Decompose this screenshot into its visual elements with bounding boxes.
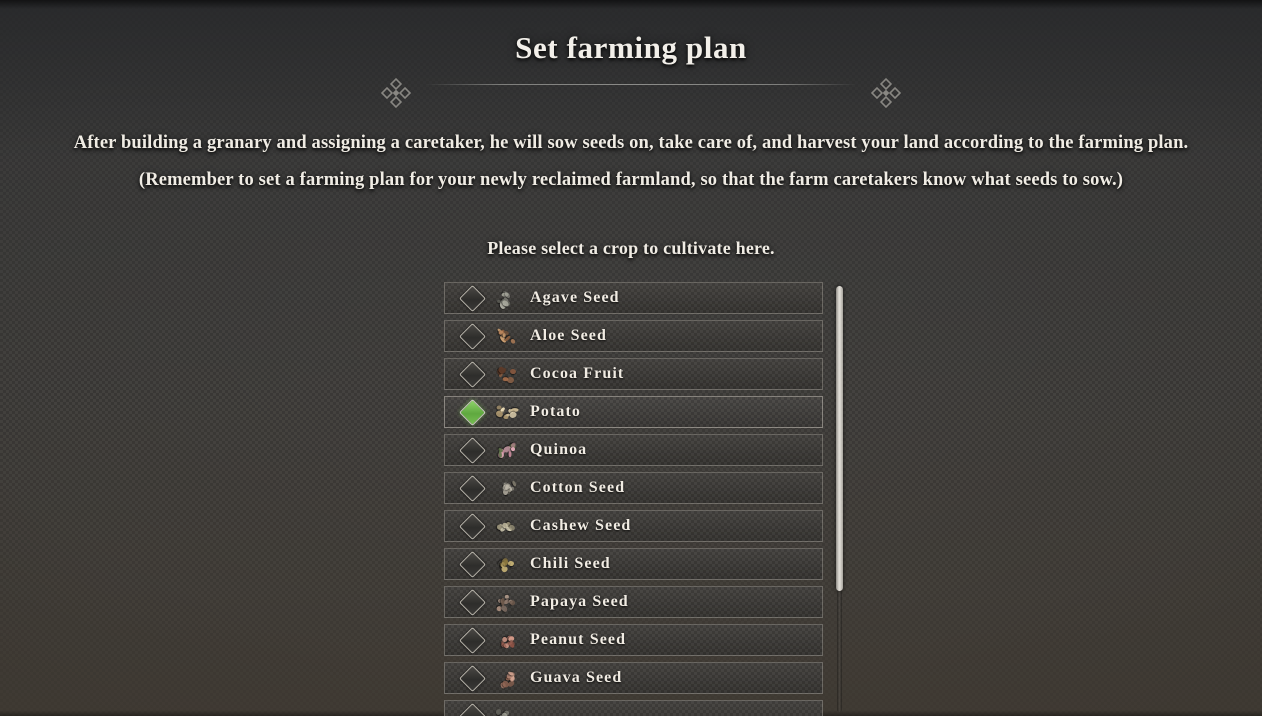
crop-icon [495, 706, 519, 716]
title-divider [425, 84, 857, 85]
crop-list-scrollbar[interactable] [836, 284, 843, 712]
crop-list-item-label: Agave Seed [530, 289, 620, 306]
crop-list-item[interactable]: Aloe Seed [444, 320, 823, 352]
crop-list-item[interactable]: Chili Seed [444, 548, 823, 580]
radio-diamond[interactable] [459, 702, 486, 716]
crop-list-item-label: Aloe Seed [530, 327, 608, 344]
crop-list-item-label: Cashew Seed [530, 517, 632, 534]
clover-ornament-icon [381, 78, 411, 108]
description-line-1: After building a granary and assigning a… [73, 133, 1189, 153]
papaya-seed-icon [495, 592, 519, 613]
dialog-header: Set farming plan [0, 30, 1262, 108]
quinoa-icon [495, 440, 519, 460]
radio-diamond[interactable] [459, 550, 486, 578]
top-edge-shade [0, 0, 1262, 9]
radio-diamond-selected[interactable] [459, 398, 486, 426]
scrollbar-thumb[interactable] [836, 286, 843, 591]
description-line-2: (Remember to set a farming plan for your… [138, 170, 1124, 190]
crop-list-item-label: Potato [530, 403, 582, 420]
crop-list-item[interactable] [444, 700, 823, 716]
aloe-seed-icon [495, 326, 519, 346]
guava-seed-icon [495, 668, 519, 689]
radio-diamond[interactable] [459, 474, 486, 502]
crop-list-item[interactable]: Potato [444, 396, 823, 428]
crop-list-item-label: Cocoa Fruit [530, 365, 625, 382]
radio-diamond[interactable] [459, 284, 486, 312]
crop-list-item[interactable]: Guava Seed [444, 662, 823, 694]
radio-diamond[interactable] [459, 626, 486, 654]
crop-list-item[interactable]: Cotton Seed [444, 472, 823, 504]
agave-seed-icon [495, 288, 519, 310]
crop-list-item[interactable]: Quinoa [444, 434, 823, 466]
radio-diamond[interactable] [459, 512, 486, 540]
peanut-seed-icon [495, 630, 519, 650]
crop-list-item[interactable]: Papaya Seed [444, 586, 823, 618]
crop-list-item-label: Chili Seed [530, 555, 611, 572]
crop-list-item-label: Peanut Seed [530, 631, 627, 648]
radio-diamond[interactable] [459, 664, 486, 692]
crop-select-prompt: Please select a crop to cultivate here. [487, 238, 775, 258]
crop-list-rows: Agave Seed Aloe Seed Cocoa Fruit Potato Quin… [444, 282, 823, 716]
radio-diamond[interactable] [459, 436, 486, 464]
potato-icon [495, 402, 519, 422]
crop-list-item-label: Papaya Seed [530, 593, 629, 610]
clover-ornament-icon-right [871, 78, 901, 108]
crop-list-item-label: Cotton Seed [530, 479, 626, 496]
game-screen: Set farming plan After building a granar… [0, 0, 1262, 716]
crop-list-item-label: Quinoa [530, 441, 588, 458]
crop-list-item[interactable]: Agave Seed [444, 282, 823, 314]
crop-list-item[interactable]: Cocoa Fruit [444, 358, 823, 390]
radio-diamond[interactable] [459, 322, 486, 350]
cocoa-fruit-icon [495, 364, 519, 384]
page-title: Set farming plan [515, 30, 747, 65]
crop-list[interactable]: Agave Seed Aloe Seed Cocoa Fruit Potato Quin… [444, 282, 840, 716]
crop-list-item[interactable]: Cashew Seed [444, 510, 823, 542]
cotton-seed-icon [495, 478, 519, 498]
radio-diamond[interactable] [459, 360, 486, 388]
cashew-seed-icon [495, 516, 519, 536]
chili-seed-icon [495, 554, 519, 574]
crop-list-item[interactable]: Peanut Seed [444, 624, 823, 656]
radio-diamond[interactable] [459, 588, 486, 616]
crop-list-item-label: Guava Seed [530, 669, 623, 686]
